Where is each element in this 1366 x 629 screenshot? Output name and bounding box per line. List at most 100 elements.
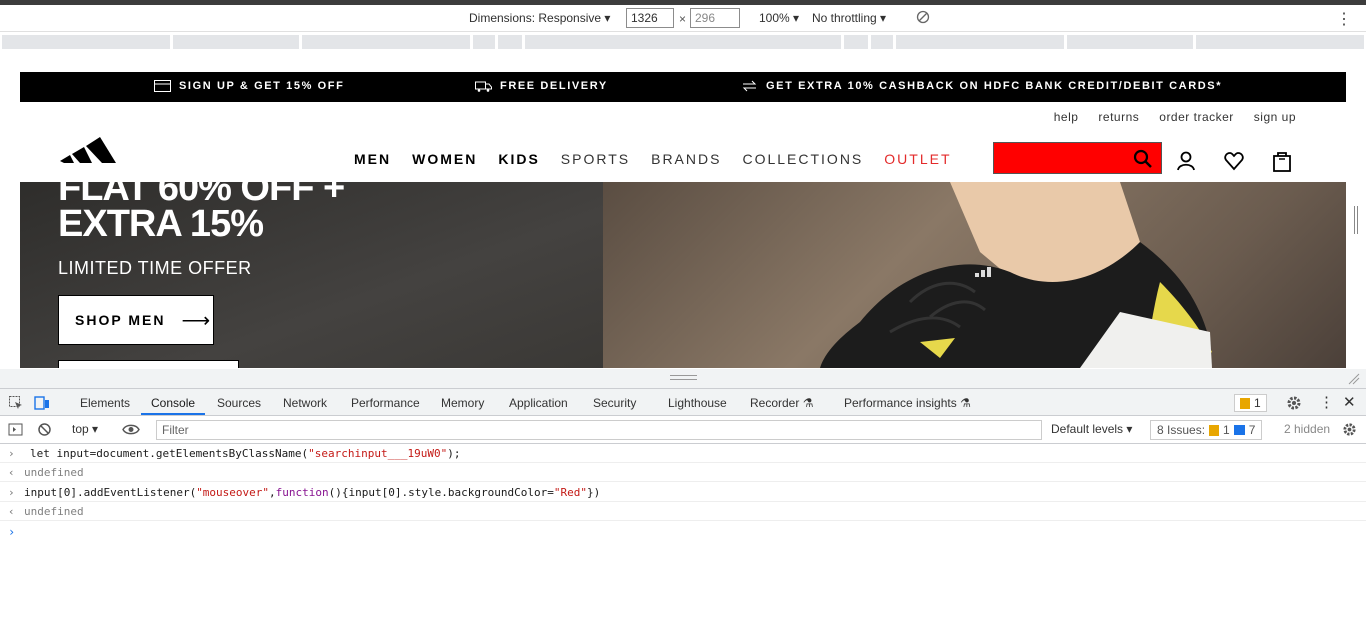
resize-corner-icon[interactable] xyxy=(1348,373,1360,385)
tab-application[interactable]: Application xyxy=(509,396,568,410)
nav-outlet[interactable]: OUTLET xyxy=(884,151,951,167)
media-query-segment[interactable] xyxy=(525,35,841,49)
media-query-segment[interactable] xyxy=(1196,35,1364,49)
issues-counter[interactable]: 8 Issues: 1 7 xyxy=(1150,420,1263,440)
width-input[interactable]: 1326 xyxy=(626,8,674,28)
flask-icon: ⚗ xyxy=(960,396,971,410)
media-query-segment[interactable] xyxy=(1067,35,1193,49)
adidas-logo[interactable] xyxy=(60,127,120,167)
context-selector[interactable]: top ▾ xyxy=(72,422,98,436)
media-query-segment[interactable] xyxy=(498,35,522,49)
code-text: ); xyxy=(447,447,461,460)
tab-performance[interactable]: Performance xyxy=(351,396,420,410)
tab-elements[interactable]: Elements xyxy=(80,396,130,410)
tab-lighthouse[interactable]: Lighthouse xyxy=(668,396,727,410)
input-chevron-icon: › xyxy=(8,486,15,499)
help-link[interactable]: help xyxy=(1054,110,1079,124)
search-input[interactable] xyxy=(994,143,1129,173)
rotate-icon[interactable] xyxy=(916,10,930,27)
device-toolbar: Dimensions: Responsive ▾ 1326 × 296 100%… xyxy=(0,5,1366,32)
devtools-resize-bar[interactable] xyxy=(0,369,1366,388)
shop-men-button[interactable]: SHOP MEN ⟶ xyxy=(58,295,214,345)
console-input-line[interactable]: › input[0].addEventListener("mouseover",… xyxy=(0,483,1366,502)
nav-men[interactable]: MEN xyxy=(354,151,391,167)
sign-up-link[interactable]: sign up xyxy=(1254,110,1296,124)
code-text: (){input[0].style.backgroundColor= xyxy=(328,486,554,499)
active-tab-indicator xyxy=(141,413,205,415)
media-query-segment[interactable] xyxy=(173,35,299,49)
log-levels-dropdown[interactable]: Default levels ▾ xyxy=(1051,422,1132,436)
website: SIGN UP & GET 15% OFF FREE DELIVERY GET … xyxy=(20,72,1346,368)
secondary-shop-button[interactable] xyxy=(58,360,239,368)
media-query-segment[interactable] xyxy=(844,35,868,49)
nav-women[interactable]: WOMEN xyxy=(412,151,477,167)
warning-flag-icon xyxy=(1209,424,1220,436)
promo-item[interactable]: SIGN UP & GET 15% OFF xyxy=(154,80,344,92)
issues-label: 8 Issues: xyxy=(1157,423,1206,437)
code-text: , xyxy=(269,486,276,499)
dimensions-dropdown[interactable]: Dimensions: Responsive ▾ xyxy=(469,11,610,25)
promo-item[interactable]: FREE DELIVERY xyxy=(475,80,608,92)
tab-network[interactable]: Network xyxy=(283,396,327,410)
info-message-icon xyxy=(1233,425,1245,435)
wishlist-icon[interactable] xyxy=(1223,150,1245,172)
sidebar-toggle-icon[interactable] xyxy=(8,422,23,437)
warning-flag-icon xyxy=(1240,397,1250,409)
code-keyword: function xyxy=(275,486,329,499)
nav-brands[interactable]: BRANDS xyxy=(651,151,721,167)
nav-collections[interactable]: COLLECTIONS xyxy=(742,151,863,167)
drag-grip-icon[interactable] xyxy=(670,375,697,380)
nav-kids[interactable]: KIDS xyxy=(498,151,539,167)
search-box xyxy=(993,142,1162,174)
tab-console[interactable]: Console xyxy=(151,396,195,410)
throttling-dropdown[interactable]: No throttling ▾ xyxy=(812,11,886,25)
console-code: let input=document.getElementsByClassNam… xyxy=(30,447,460,460)
account-icon[interactable] xyxy=(1175,150,1197,172)
console-prompt[interactable]: › xyxy=(8,525,15,539)
settings-gear-icon[interactable] xyxy=(1286,395,1302,411)
order-tracker-link[interactable]: order tracker xyxy=(1159,110,1234,124)
tab-memory[interactable]: Memory xyxy=(441,396,484,410)
close-icon[interactable]: ✕ xyxy=(1343,393,1356,411)
exchange-icon xyxy=(742,80,757,92)
clear-console-icon[interactable] xyxy=(37,422,52,437)
promo-item[interactable]: GET EXTRA 10% CASHBACK ON HDFC BANK CRED… xyxy=(741,80,1222,92)
height-input[interactable]: 296 xyxy=(690,8,740,28)
device-toggle-icon[interactable] xyxy=(34,395,50,411)
tab-performance-insights[interactable]: Performance insights ⚗ xyxy=(844,396,971,410)
context-label: top xyxy=(72,422,89,436)
media-query-segment[interactable] xyxy=(871,35,893,49)
media-query-segment[interactable] xyxy=(2,35,170,49)
device-viewport: SIGN UP & GET 15% OFF FREE DELIVERY GET … xyxy=(0,50,1366,369)
log-levels-label: Default levels xyxy=(1051,422,1124,436)
code-text: input[0].addEventListener( xyxy=(24,486,197,499)
inspect-element-icon[interactable] xyxy=(8,395,24,411)
media-query-segment[interactable] xyxy=(896,35,1064,49)
media-query-segment[interactable] xyxy=(302,35,470,49)
console-input-line[interactable]: › let input=document.getElementsByClassN… xyxy=(0,444,1366,463)
tab-sources[interactable]: Sources xyxy=(217,396,261,410)
eye-icon[interactable] xyxy=(122,423,140,436)
zoom-dropdown[interactable]: 100% ▾ xyxy=(759,11,799,25)
devtools-tab-bar: Elements Console Sources Network Perform… xyxy=(0,388,1366,416)
viewport-resize-handle[interactable] xyxy=(1354,206,1358,234)
nav-sports[interactable]: SPORTS xyxy=(561,151,630,167)
media-query-segment[interactable] xyxy=(473,35,495,49)
card-icon xyxy=(154,80,171,92)
more-options-icon[interactable]: ⋮ xyxy=(1319,393,1334,411)
console-settings-icon[interactable] xyxy=(1342,422,1357,437)
filter-input[interactable]: Filter xyxy=(156,420,1042,440)
input-chevron-icon: › xyxy=(8,447,15,460)
more-menu-icon[interactable]: ⋮ xyxy=(1336,9,1352,29)
tab-recorder[interactable]: Recorder ⚗ xyxy=(750,396,813,410)
throttling-label: No throttling xyxy=(812,11,877,25)
tab-security[interactable]: Security xyxy=(593,396,636,410)
search-icon[interactable] xyxy=(1133,149,1153,169)
code-text: }) xyxy=(586,486,601,499)
warning-badge[interactable]: 1 xyxy=(1234,394,1267,412)
main-nav: MEN WOMEN KIDS SPORTS BRANDS COLLECTIONS… xyxy=(354,151,973,167)
bag-icon[interactable] xyxy=(1271,150,1293,172)
hidden-count: 2 hidden xyxy=(1284,422,1331,436)
returns-link[interactable]: returns xyxy=(1098,110,1139,124)
shop-men-label: SHOP MEN xyxy=(75,312,166,328)
